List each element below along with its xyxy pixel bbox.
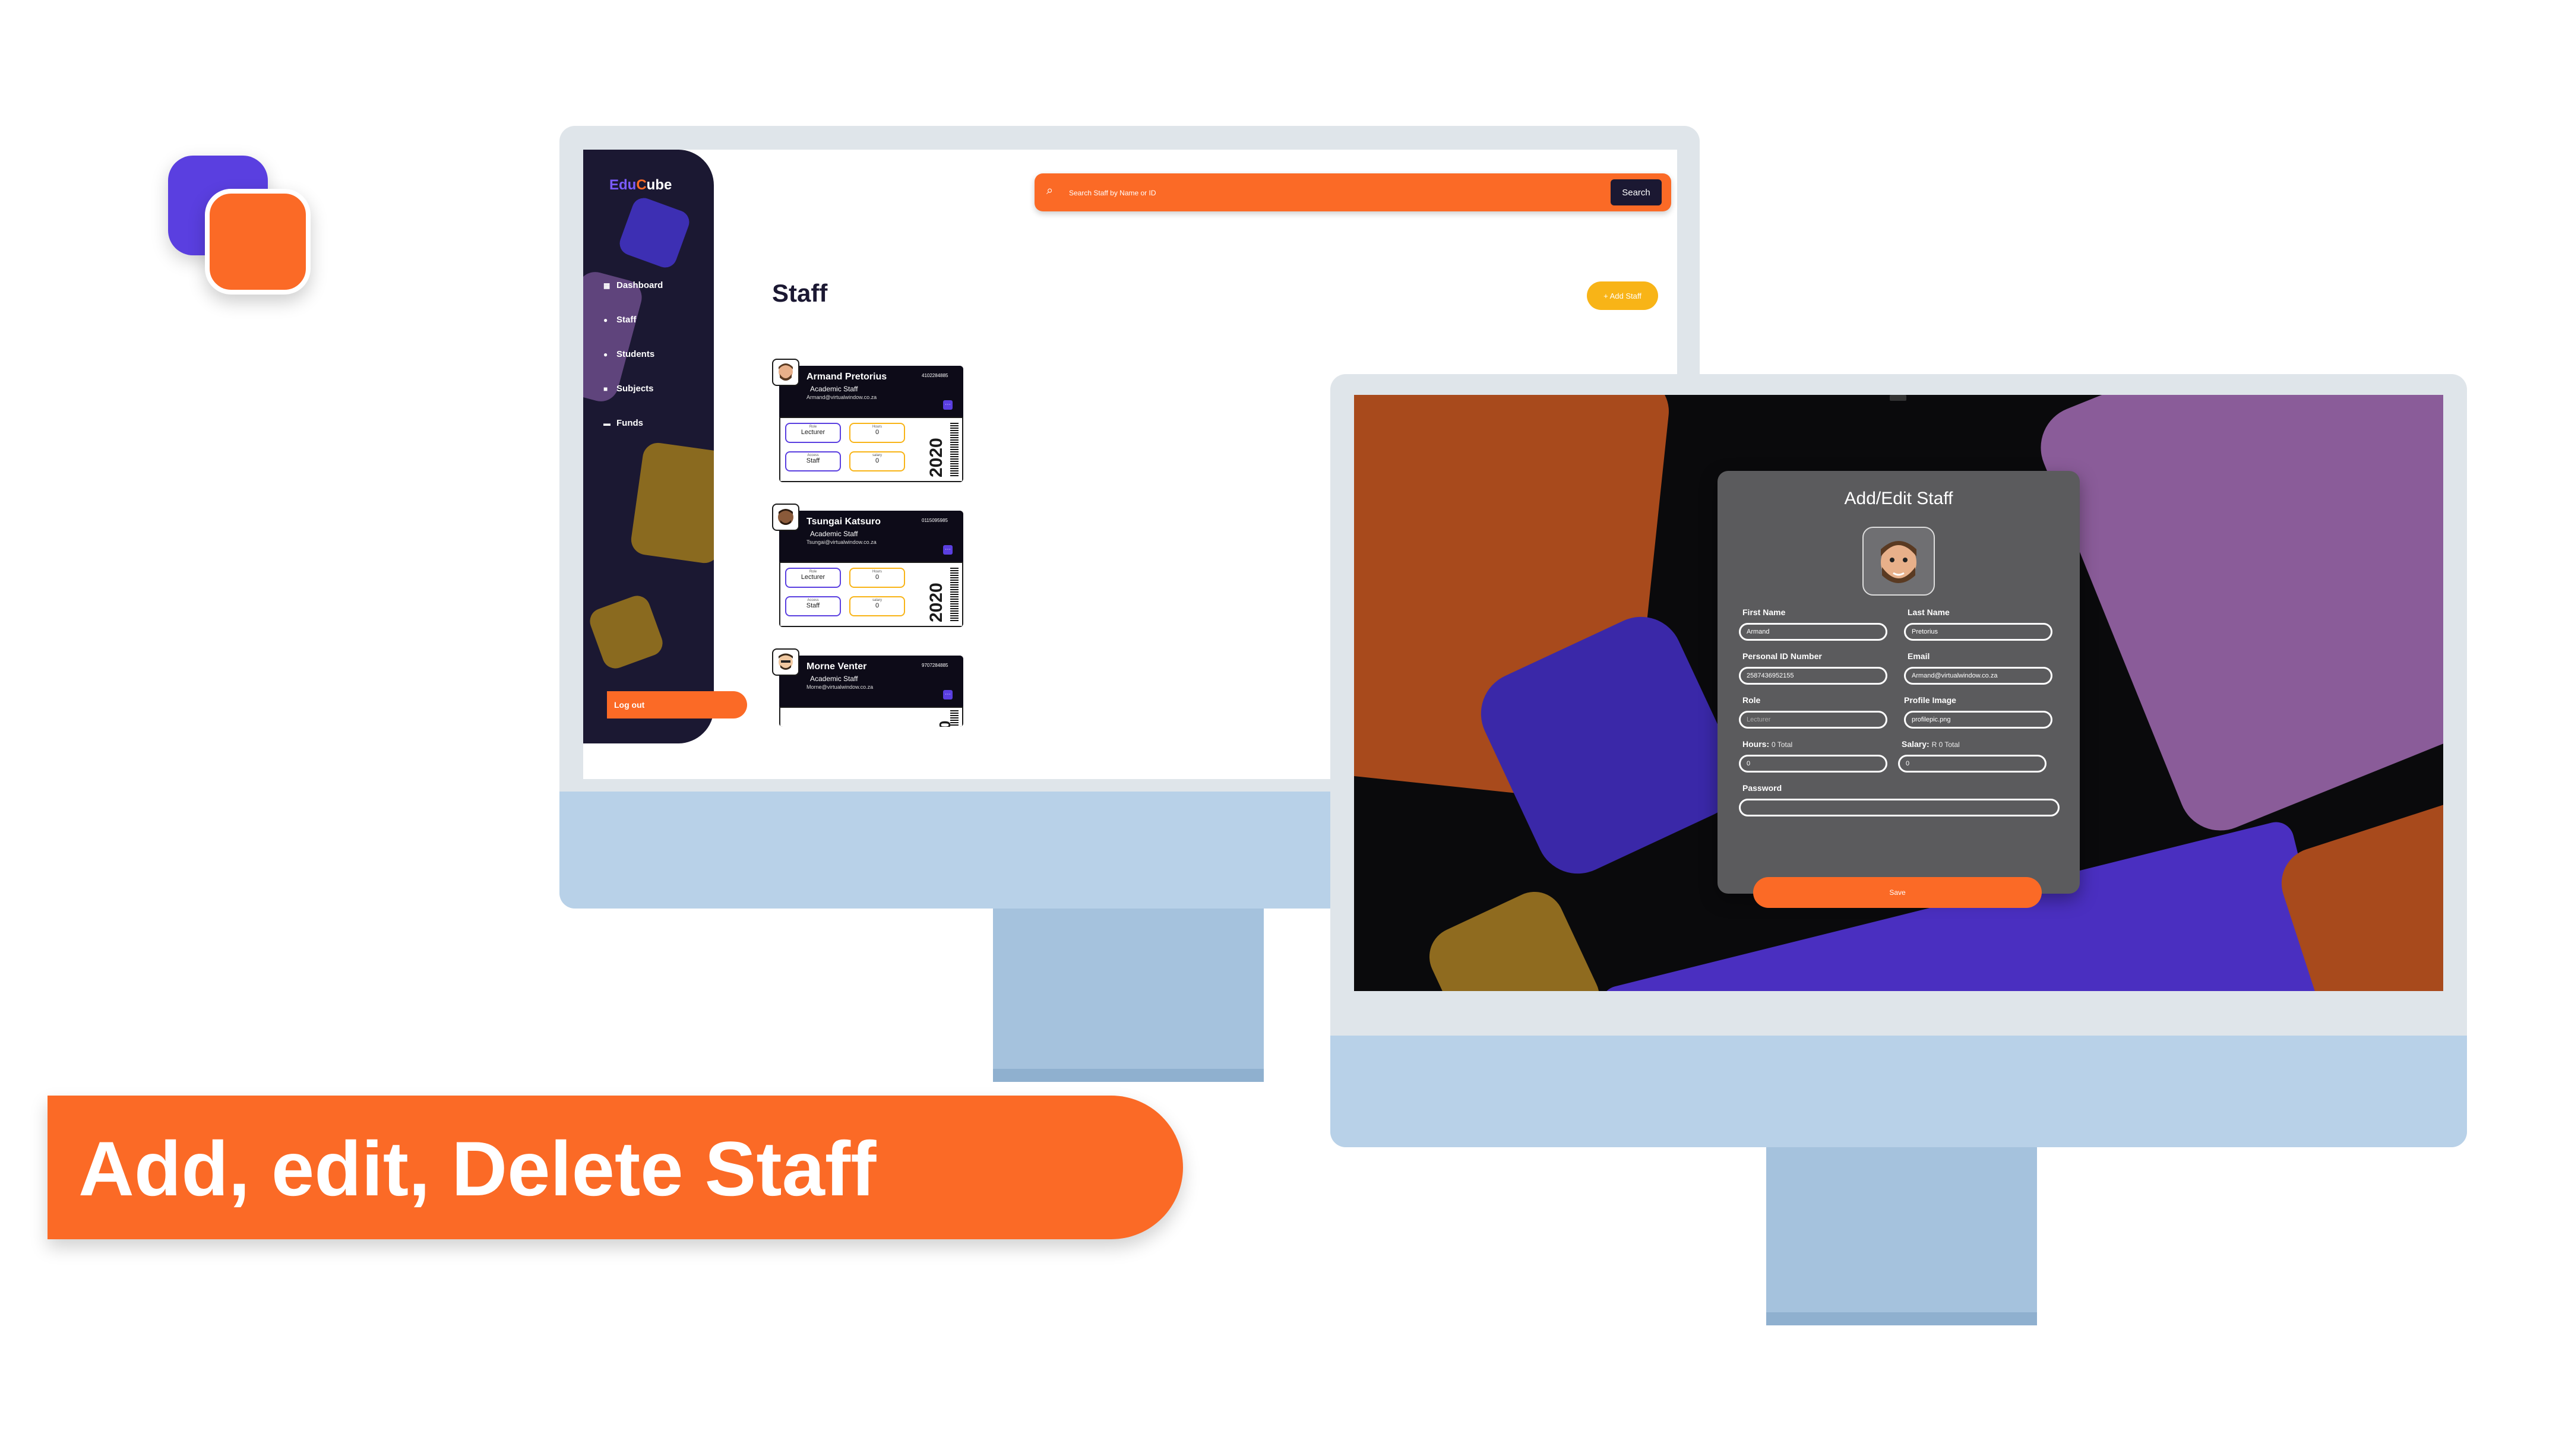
search-button[interactable]: Search [1611,179,1662,205]
card-role: Academic Staff [810,530,858,538]
wallet-icon: ▬ [603,419,611,428]
logout-button[interactable]: Log out [607,691,747,718]
salary-field[interactable] [1898,755,2047,773]
last-name-label: Last Name [1908,607,1950,617]
access-pill: Access Staff [785,596,841,616]
id-label: Personal ID Number [1742,651,1822,661]
avatar [772,359,799,386]
imac-stand [1766,1147,2037,1325]
barcode-icon [950,710,959,727]
email-field[interactable] [1904,667,2052,685]
profile-image-field[interactable] [1904,711,2052,729]
book-icon: ■ [603,384,608,393]
camera-icon [1890,395,1906,401]
banner-text: Add, edit, Delete Staff [78,1125,877,1212]
people-icon: ● [603,350,608,359]
role-label: Role [1742,695,1761,705]
imac-chin [1330,1036,2467,1147]
save-button[interactable]: Save [1753,877,2042,908]
profile-image-label: Profile Image [1904,695,1956,705]
barcode-icon [950,568,959,621]
card-role: Academic Staff [810,675,858,683]
salary-pill: salary 0 [849,596,905,616]
salary-total: R 0 Total [1931,740,1960,749]
sidebar-item-students[interactable]: ● Students [603,349,654,359]
add-edit-staff-modal: Add/Edit Staff First Name Last Name Pers… [1718,471,2080,908]
decor-shape [2028,395,2443,843]
hours-field[interactable] [1739,755,1887,773]
card-body: Role Lecturer Hours 0 Access Staff salary 0 … [779,562,963,627]
hours-label: Hours: 0 Total [1742,739,1793,749]
decor-shape [1419,882,1609,991]
search-icon: ⌕ [1046,184,1054,197]
card-year: 2020 [926,583,946,622]
card-id: 9707284885 [922,663,948,668]
salary-label: Salary: R 0 Total [1902,739,1960,749]
staff-card[interactable]: Morne Venter Academic Staff Morne@virtua… [779,656,963,727]
staff-card[interactable]: Tsungai Katsuro Academic Staff Tsungai@v… [779,511,963,627]
search-bar: ⌕ Search [1035,173,1671,211]
card-body: 0 [779,707,963,727]
sidebar-item-dashboard[interactable]: ▦ Dashboard [603,280,663,290]
sidebar-item-funds[interactable]: ▬ Funds [603,418,643,428]
card-id: 4102284885 [922,373,948,378]
role-pill: Role Lecturer [785,568,841,588]
email-label: Email [1908,651,1930,661]
hours-pill: Hours 0 [849,423,905,443]
card-email: Armand@virtualwindow.co.za [806,394,877,400]
card-body: Role Lecturer Hours 0 Access Staff salary 0 … [779,417,963,482]
card-id: 0115095985 [922,518,948,523]
card-name: Tsungai Katsuro [806,517,881,527]
card-email: Morne@virtualwindow.co.za [806,684,874,690]
dashboard-icon: ▦ [603,281,611,290]
card-menu-icon[interactable]: ⋯ [943,690,953,699]
salary-pill: salary 0 [849,451,905,471]
password-field[interactable] [1739,799,2060,816]
card-year: 2020 [926,438,946,477]
imac-foot [1766,1312,2037,1325]
modal-title: Add/Edit Staff [1844,489,1953,508]
card-email: Tsungai@virtualwindow.co.za [806,539,877,545]
role-pill: Role Lecturer [785,423,841,443]
card-menu-icon[interactable]: ⋯ [943,545,953,555]
sidebar-item-staff[interactable]: ● Staff [603,315,636,325]
decor-shape [586,592,666,672]
first-name-label: First Name [1742,607,1786,617]
first-name-field[interactable] [1739,623,1887,641]
decor-shape [616,194,693,271]
brand-logo: EduCube [609,177,672,193]
last-name-field[interactable] [1904,623,2052,641]
card-role: Academic Staff [810,385,858,393]
person-icon: ● [603,315,608,324]
staff-card[interactable]: Armand Pretorius Academic Staff Armand@v… [779,366,963,482]
password-label: Password [1742,783,1782,793]
add-edit-staff-screen: Add/Edit Staff First Name Last Name Pers… [1354,395,2443,991]
card-name: Armand Pretorius [806,372,887,382]
profile-avatar[interactable] [1862,527,1935,596]
feature-banner: Add, edit, Delete Staff [48,1096,1183,1239]
search-input[interactable] [1068,181,1628,205]
imac-stand [993,909,1264,1082]
sidebar-item-subjects[interactable]: ■ Subjects [603,384,654,394]
hours-pill: Hours 0 [849,568,905,588]
avatar [772,648,799,676]
access-pill: Access Staff [785,451,841,471]
id-field[interactable] [1739,667,1887,685]
sidebar: EduCube ▦ Dashboard ● Staff ● Students ■ Sub… [583,150,714,743]
hours-total: 0 Total [1772,740,1793,749]
card-menu-icon[interactable]: ⋯ [943,400,953,410]
barcode-icon [950,423,959,476]
avatar [772,504,799,531]
add-staff-button[interactable]: + Add Staff [1587,281,1658,310]
decor-shape [629,441,714,565]
card-name: Morne Venter [806,661,867,672]
imac-foot [993,1069,1264,1082]
role-field[interactable] [1739,711,1887,729]
page-title: Staff [772,279,828,307]
logo-front-square [205,189,311,295]
